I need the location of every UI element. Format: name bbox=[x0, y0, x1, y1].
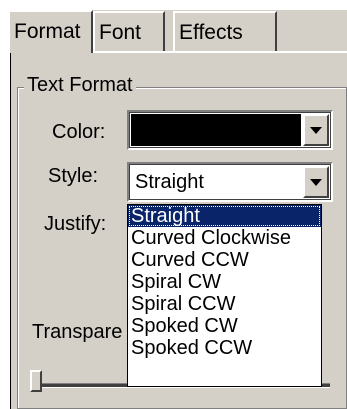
color-label: Color: bbox=[52, 121, 106, 143]
style-select-value: Straight bbox=[135, 171, 204, 193]
style-label: Style: bbox=[48, 165, 99, 187]
style-select[interactable]: Straight bbox=[127, 162, 333, 202]
tab-format-label: Format bbox=[14, 20, 81, 43]
tab-font-label: Font bbox=[99, 21, 142, 44]
color-dropdown-button[interactable] bbox=[303, 114, 329, 146]
tab-format[interactable]: Format bbox=[10, 10, 93, 53]
group-title: Text Format bbox=[24, 73, 136, 97]
style-option-straight[interactable]: Straight bbox=[128, 205, 321, 227]
transparency-slider-thumb[interactable] bbox=[30, 370, 42, 392]
style-option-spoked-cw[interactable]: Spoked CW bbox=[128, 315, 321, 337]
tab-font[interactable]: Font bbox=[93, 11, 165, 51]
style-option-curved-ccw[interactable]: Curved CCW bbox=[128, 249, 321, 271]
style-dropdown-list: Straight Curved Clockwise Curved CCW Spi… bbox=[127, 204, 322, 387]
chevron-down-icon bbox=[310, 179, 322, 186]
style-option-spoked-ccw[interactable]: Spoked CCW bbox=[128, 337, 321, 359]
color-select[interactable] bbox=[127, 110, 333, 150]
tab-effects[interactable]: Effects bbox=[173, 11, 277, 51]
color-swatch bbox=[131, 114, 301, 146]
style-option-spiral-cw[interactable]: Spiral CW bbox=[128, 271, 321, 293]
tab-effects-label: Effects bbox=[179, 21, 243, 44]
transparency-label: Transpare bbox=[32, 321, 123, 343]
justify-label: Justify: bbox=[44, 213, 107, 235]
chevron-down-icon bbox=[310, 127, 322, 134]
style-option-spiral-ccw[interactable]: Spiral CCW bbox=[128, 293, 321, 315]
style-dropdown-button[interactable] bbox=[303, 166, 329, 198]
style-option-curved-clockwise[interactable]: Curved Clockwise bbox=[128, 227, 321, 249]
